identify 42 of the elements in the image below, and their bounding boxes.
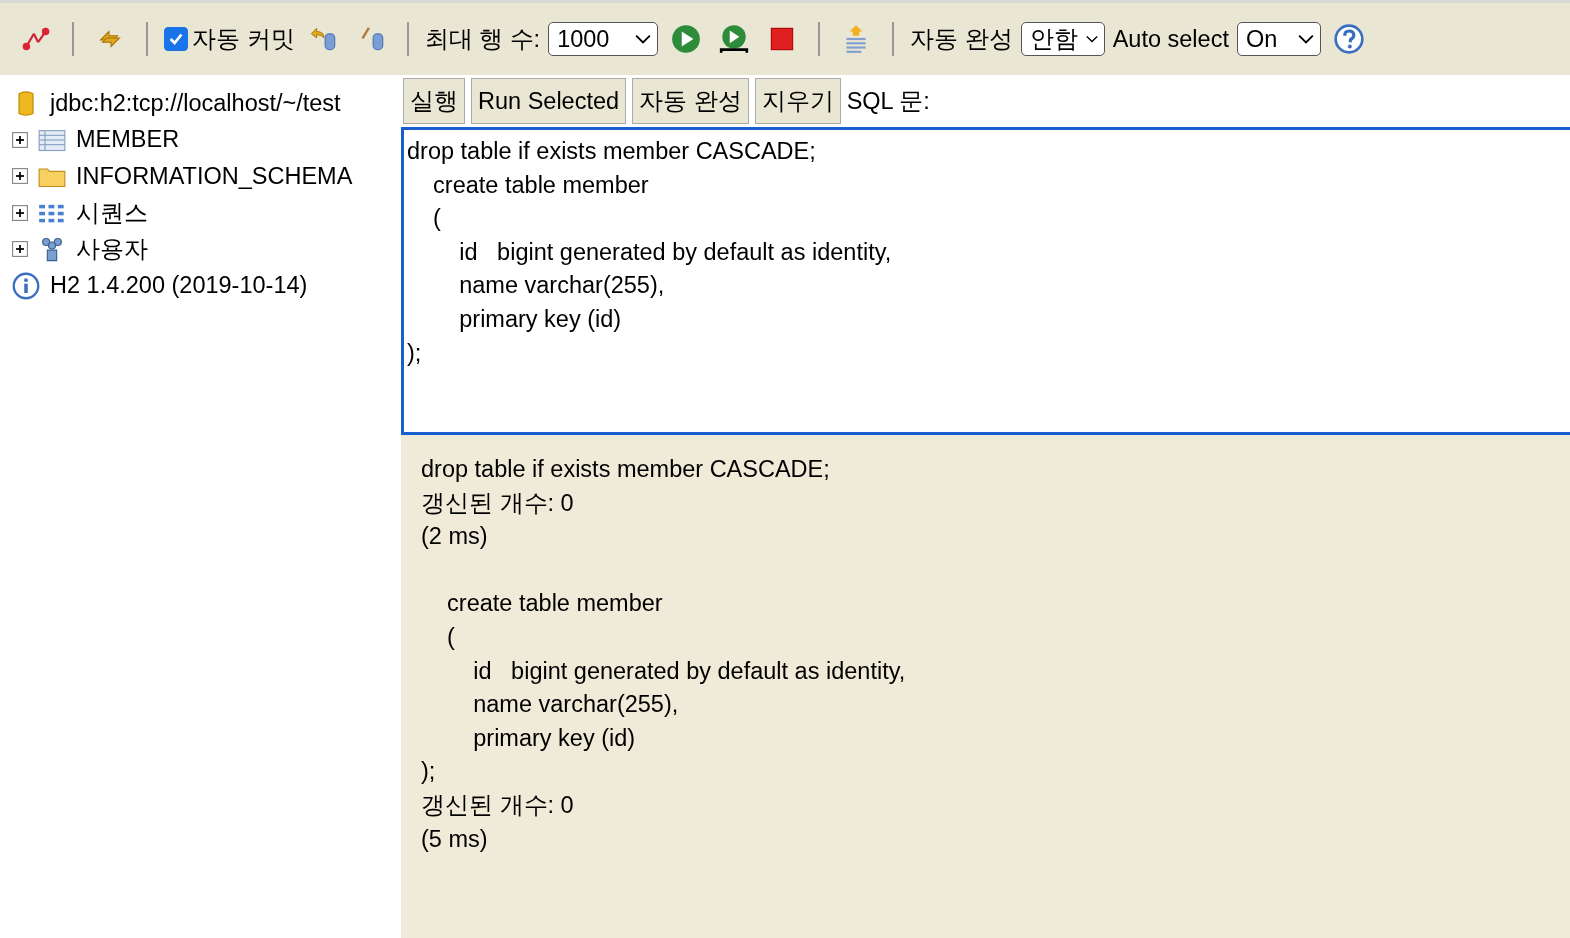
caret-icon bbox=[1297, 34, 1314, 44]
caret-icon bbox=[1085, 34, 1098, 44]
autocomplete-select[interactable]: 안함 bbox=[1020, 22, 1105, 56]
help-icon[interactable] bbox=[1332, 23, 1365, 55]
info-icon bbox=[12, 271, 40, 300]
result-line: name varchar(255), bbox=[472, 690, 680, 720]
expand-toggle[interactable] bbox=[12, 241, 28, 258]
result-line: (2 ms) bbox=[421, 522, 489, 552]
result-line: id bigint generated by default as identity, bbox=[472, 656, 907, 686]
result-line: (5 ms) bbox=[421, 824, 489, 854]
result-line: 갱신된 개수: 0 bbox=[421, 790, 575, 820]
auto-select-label: Auto select bbox=[1112, 25, 1229, 53]
result-line: ); bbox=[421, 757, 437, 787]
run-selected-icon[interactable] bbox=[718, 23, 751, 55]
auto-commit-checkbox[interactable] bbox=[164, 27, 188, 51]
expand-toggle[interactable] bbox=[12, 204, 28, 221]
result-line: create table member bbox=[446, 589, 664, 619]
action-button[interactable]: 지우기 bbox=[754, 78, 841, 124]
action-button[interactable]: Run Selected bbox=[471, 78, 627, 124]
action-button[interactable]: 실행 bbox=[403, 78, 465, 124]
auto-commit-label: 자동 커밋 bbox=[192, 25, 295, 54]
tree-item[interactable]: MEMBER bbox=[76, 126, 180, 154]
expand-toggle[interactable] bbox=[12, 131, 28, 148]
caret-icon bbox=[635, 34, 652, 44]
tree-item[interactable]: 시퀀스 bbox=[76, 196, 148, 229]
sql-editor[interactable]: drop table if exists member CASCADE; create table member ( id bigint generated by default as identity, name varchar(255), primary key (id) ); bbox=[401, 127, 1570, 435]
result-line: drop table if exists member CASCADE; bbox=[421, 455, 831, 484]
result-line: primary key (id) bbox=[472, 723, 637, 753]
tree-item[interactable]: INFORMATION_SCHEMA bbox=[76, 162, 353, 190]
sql-label: SQL 문: bbox=[846, 87, 930, 116]
tree-item[interactable]: jdbc:h2:tcp://localhost/~/test bbox=[50, 89, 341, 117]
max-rows-label: 최대 행 수: bbox=[424, 25, 541, 54]
max-rows-select[interactable]: 1000 bbox=[548, 22, 659, 56]
result-line: 갱신된 개수: 0 bbox=[421, 488, 575, 518]
tree-item[interactable]: 사용자 bbox=[76, 233, 148, 266]
result-line: ( bbox=[446, 622, 456, 652]
run-icon[interactable] bbox=[670, 23, 703, 55]
action-button[interactable]: 자동 완성 bbox=[632, 78, 749, 124]
auto-select-select[interactable]: On bbox=[1236, 22, 1321, 56]
autocomplete-label: 자동 완성 bbox=[910, 25, 1013, 54]
expand-toggle[interactable] bbox=[12, 168, 28, 185]
tree-item[interactable]: H2 1.4.200 (2019-10-14) bbox=[50, 272, 308, 300]
